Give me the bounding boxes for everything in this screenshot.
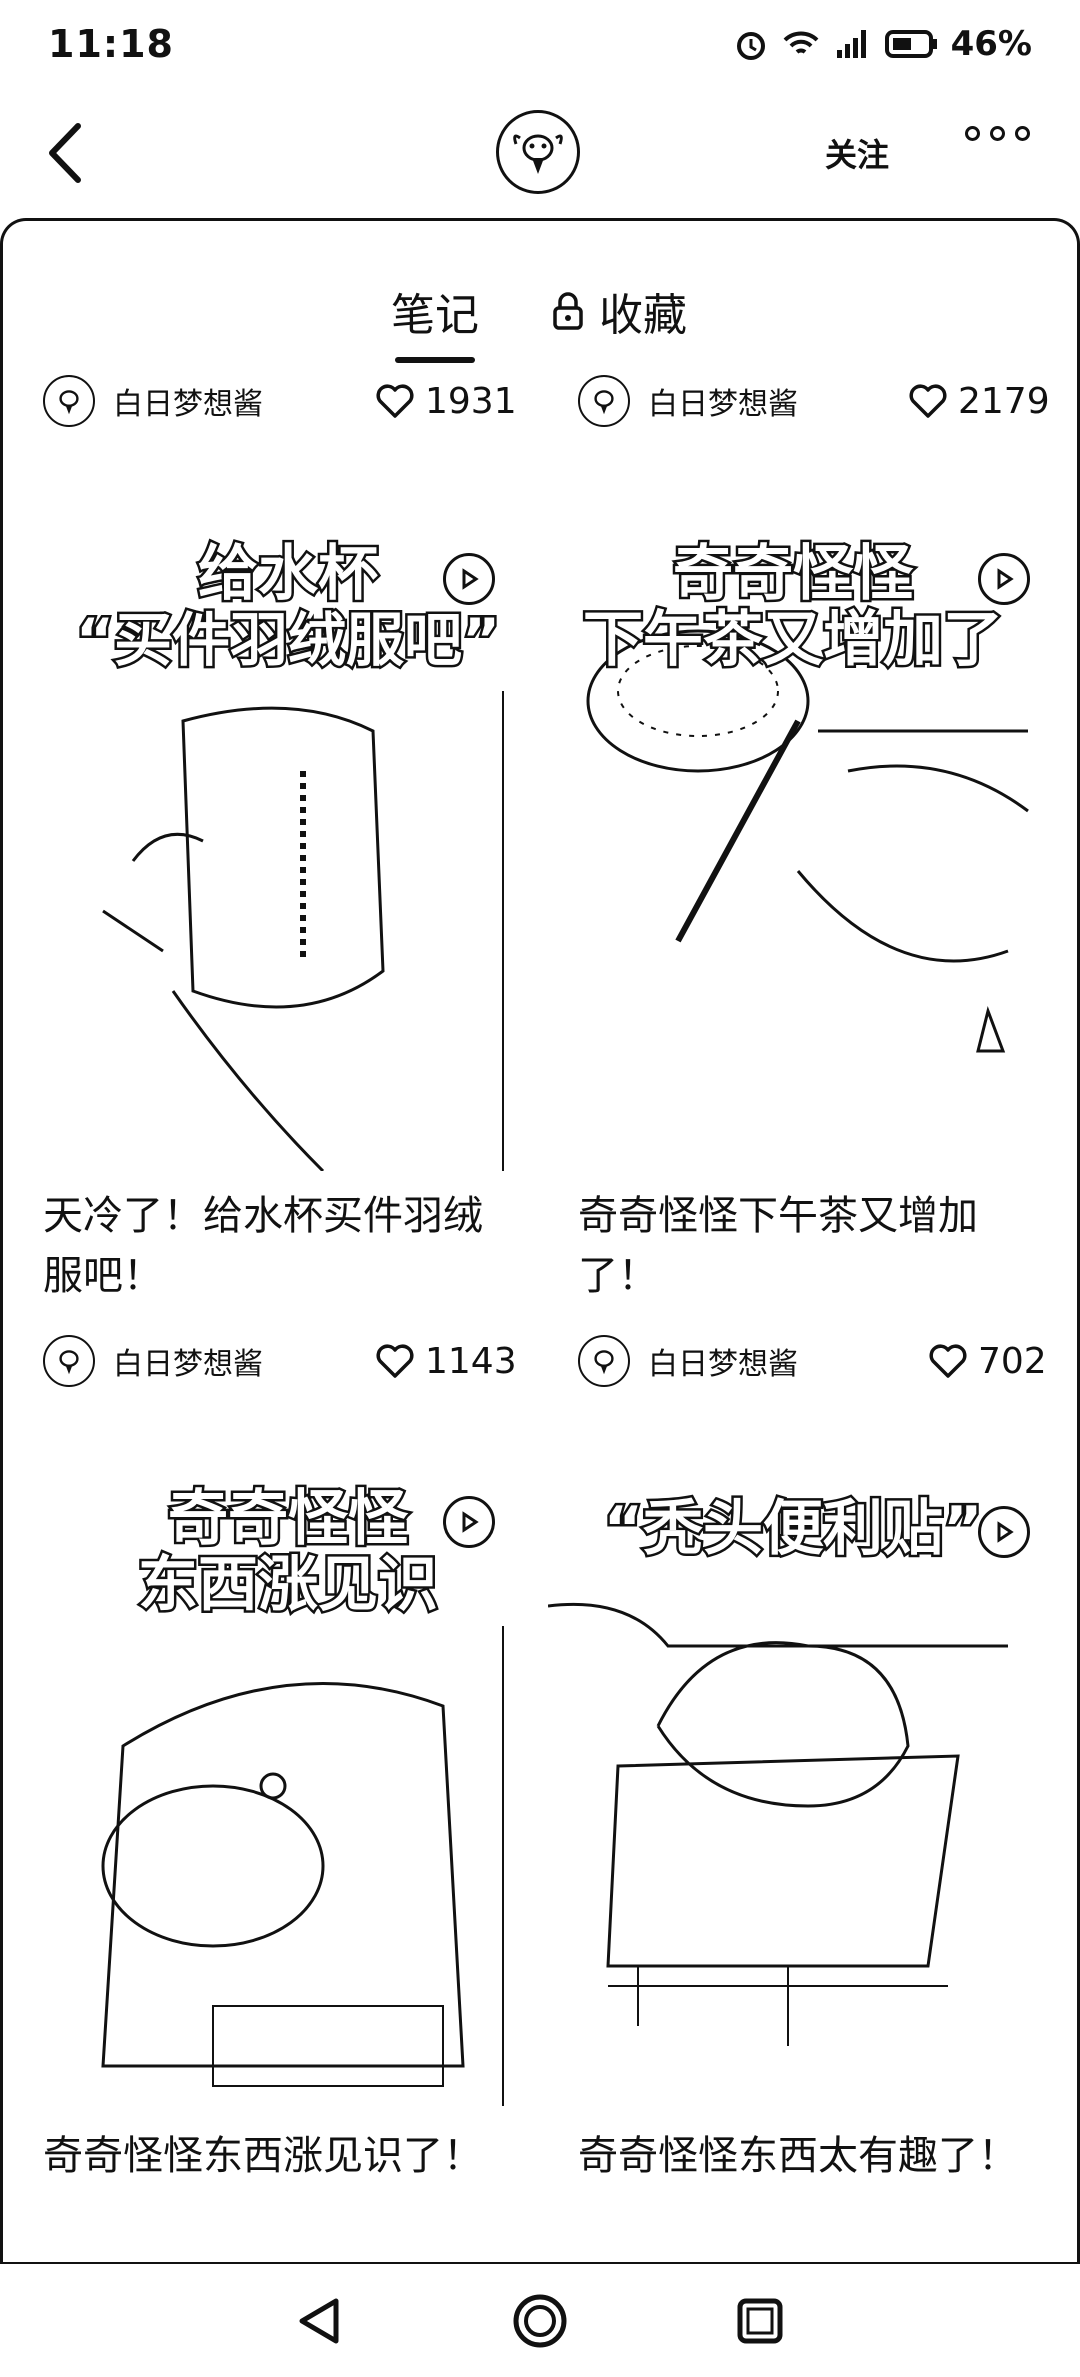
cover-caption-line2: 下午茶又增加了 — [581, 605, 1006, 676]
post-title[interactable]: 奇奇怪怪东西太有趣了！ — [578, 2126, 1048, 2186]
dot-icon — [990, 126, 1005, 141]
avatar — [43, 375, 95, 427]
post-cover-image[interactable]: 奇奇怪怪 下午茶又增加了 — [548, 491, 1038, 1171]
profile-avatar[interactable] — [496, 110, 580, 194]
tab-bar: 笔记 收藏 — [3, 251, 1077, 363]
like-count: 702 — [978, 1340, 1047, 1382]
post-author[interactable]: 白日梦想酱 — [43, 371, 263, 431]
post-author[interactable]: 白日梦想酱 — [43, 1331, 263, 1391]
lock-icon — [553, 292, 583, 330]
post-title[interactable]: 奇奇怪怪下午茶又增加了！ — [578, 1186, 1048, 1306]
profile-header: 关注 — [0, 90, 1080, 220]
wifi-icon — [783, 31, 818, 54]
play-icon — [997, 1521, 1014, 1543]
dot-icon — [1015, 126, 1030, 141]
author-name: 白日梦想酱 — [113, 387, 263, 422]
author-name: 白日梦想酱 — [113, 1347, 263, 1382]
video-badge — [978, 1506, 1030, 1558]
cover-caption-line1: 奇奇怪怪 — [671, 539, 916, 610]
cow-avatar-icon — [513, 134, 563, 174]
nav-back-icon — [299, 2298, 339, 2343]
like-button[interactable]: 702 — [928, 1331, 1047, 1391]
cow-avatar-icon — [59, 390, 79, 415]
status-time: 11:18 — [48, 22, 174, 66]
like-count: 1143 — [425, 1340, 517, 1382]
battery-icon — [884, 30, 937, 58]
tab-notes[interactable]: 笔记 — [391, 279, 479, 363]
status-icons: 46% — [733, 24, 1032, 64]
tab-favorites-label: 收藏 — [599, 290, 687, 341]
battery-percent: 46% — [950, 24, 1032, 64]
follow-button[interactable]: 关注 — [825, 130, 889, 176]
like-button[interactable]: 1931 — [375, 371, 517, 431]
cow-avatar-icon — [594, 390, 614, 415]
cover-caption-line2: “秃头便利贴” — [601, 1494, 985, 1565]
like-button[interactable]: 1143 — [375, 1331, 517, 1391]
play-icon — [462, 568, 479, 590]
heart-icon — [376, 1344, 414, 1378]
dot-icon — [965, 126, 980, 141]
system-nav-bar — [0, 2262, 1080, 2377]
heart-icon — [929, 1344, 967, 1378]
avatar — [578, 1335, 630, 1387]
signal-icon — [836, 30, 866, 58]
nav-home-button[interactable] — [505, 2286, 575, 2356]
like-button[interactable]: 2179 — [908, 371, 1050, 431]
post-cover-image[interactable]: “秃头便利贴” — [548, 1446, 1038, 2106]
post-title[interactable]: 天冷了！给水杯买件羽绒服吧！ — [43, 1186, 513, 1306]
post-author[interactable]: 白日梦想酱 — [578, 1331, 798, 1391]
avatar — [578, 375, 630, 427]
heart-icon — [376, 384, 414, 418]
tab-favorites[interactable]: 收藏 — [551, 279, 687, 343]
heart-icon — [909, 384, 947, 418]
cow-avatar-icon — [594, 1350, 614, 1375]
cover-caption-line2: “买件羽绒服吧” — [73, 605, 502, 676]
nav-recents-button[interactable] — [725, 2286, 795, 2356]
video-badge — [443, 553, 495, 605]
back-button[interactable] — [38, 118, 98, 188]
video-badge — [978, 553, 1030, 605]
play-icon — [462, 1511, 479, 1533]
post-author[interactable]: 白日梦想酱 — [578, 371, 798, 431]
author-name: 白日梦想酱 — [648, 387, 798, 422]
nav-home-icon — [513, 2294, 567, 2347]
status-bar: 11:18 46% — [0, 0, 1080, 88]
nav-recents-icon — [737, 2298, 783, 2343]
post-cover-image[interactable]: 奇奇怪怪 东西涨见识 — [43, 1446, 533, 2106]
play-icon — [997, 568, 1014, 590]
avatar — [43, 1335, 95, 1387]
video-badge — [443, 1496, 495, 1548]
cover-caption-line2: 东西涨见识 — [136, 1550, 441, 1621]
content-card: 笔记 收藏 白日梦想酱 1931 白日梦想酱 2179 给水杯 “买件羽绒服吧” — [0, 218, 1080, 2268]
more-options-button[interactable] — [965, 126, 1030, 141]
like-count: 1931 — [425, 380, 517, 422]
alarm-icon — [736, 32, 765, 60]
post-cover-image[interactable]: 给水杯 “买件羽绒服吧” — [43, 491, 533, 1171]
nav-back-button[interactable] — [285, 2286, 355, 2356]
cow-avatar-icon — [59, 1350, 79, 1375]
author-name: 白日梦想酱 — [648, 1347, 798, 1382]
back-arrow-icon — [49, 123, 81, 183]
post-title[interactable]: 奇奇怪怪东西涨见识了！ — [43, 2126, 513, 2186]
like-count: 2179 — [958, 380, 1050, 422]
